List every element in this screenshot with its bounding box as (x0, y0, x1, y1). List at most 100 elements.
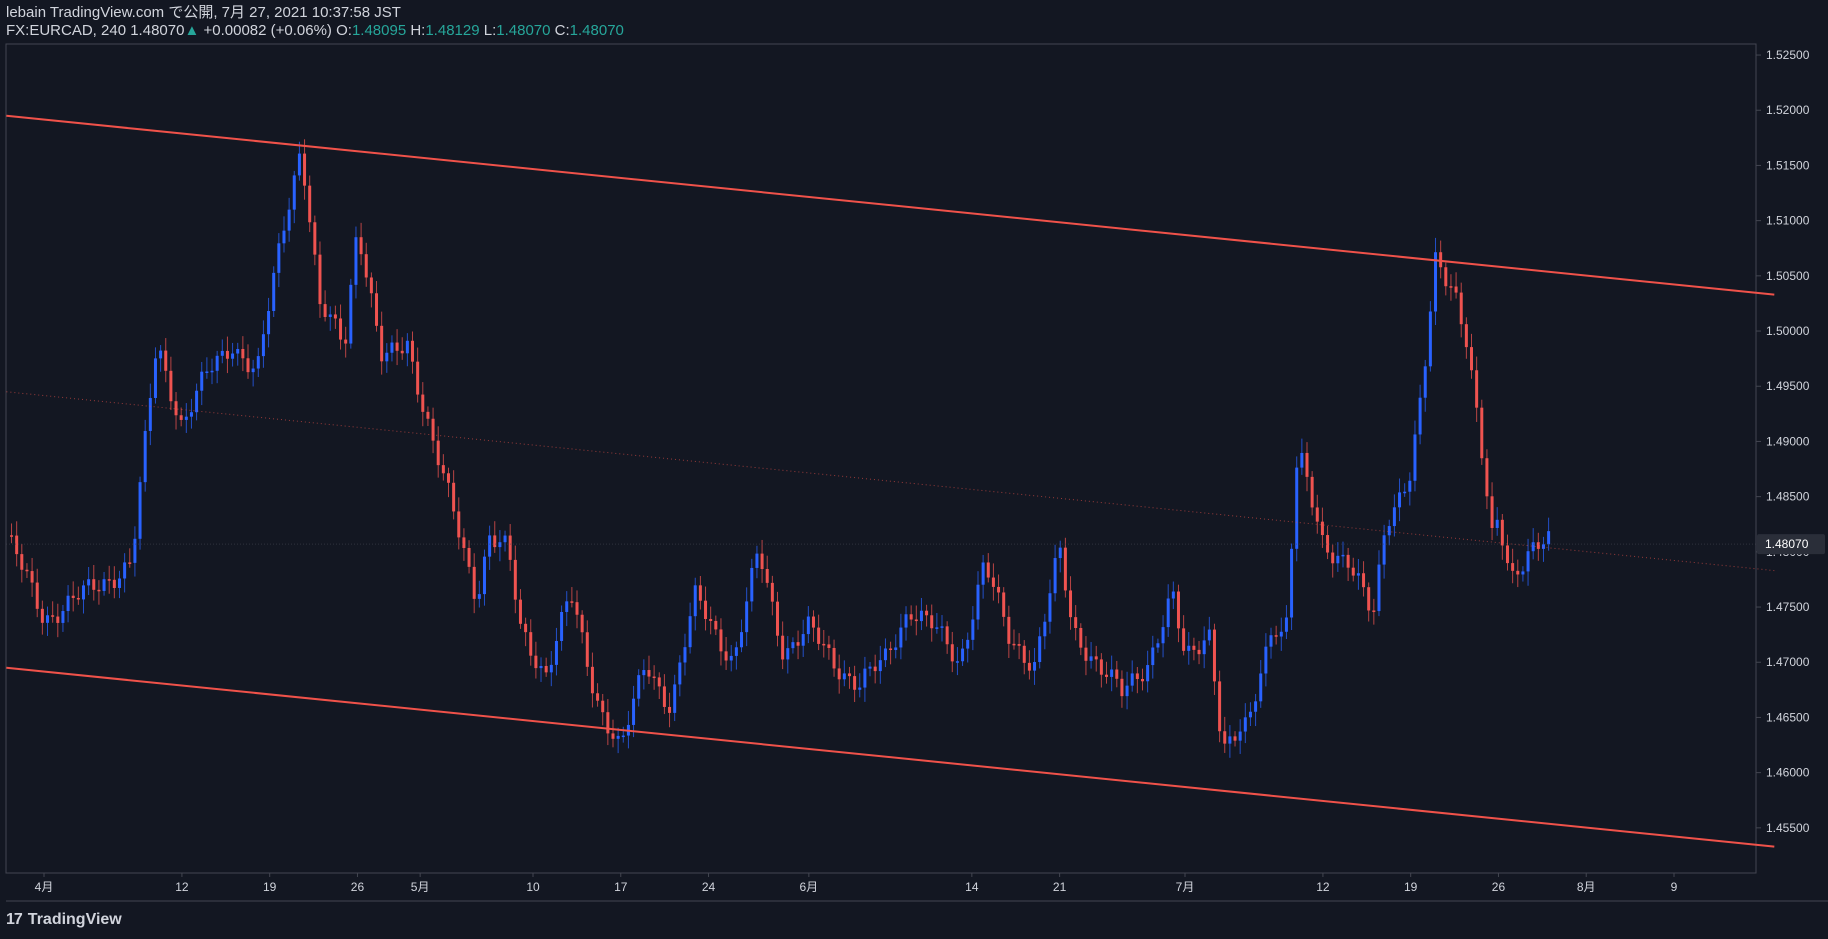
candle-body (385, 352, 389, 362)
candle-body (148, 397, 152, 431)
candle-body (1212, 629, 1216, 682)
candle-body (1022, 645, 1026, 663)
candle-body (714, 620, 718, 630)
y-tick-label: 1.52500 (1766, 48, 1810, 62)
candle-body (431, 418, 435, 441)
candle-body (822, 643, 826, 646)
price-chart[interactable]: 1.52500 1.52000 1.51500 1.51000 1.50500 1.500… (0, 0, 1828, 906)
candle-body (1315, 507, 1319, 522)
candle-body (1248, 711, 1252, 718)
candle-body (513, 559, 517, 600)
candle-body (991, 577, 995, 587)
candle-body (632, 698, 636, 725)
candle-body (1331, 552, 1335, 564)
candle-body (1377, 564, 1381, 612)
x-tick-label: 12 (1316, 880, 1330, 894)
candle-body (51, 615, 55, 617)
candle-body (817, 627, 821, 644)
candle-body (354, 237, 358, 285)
candle-body (333, 314, 337, 319)
candle-body (344, 339, 348, 344)
candle-body (200, 371, 204, 391)
candle-body (1207, 629, 1211, 641)
candle-body (1295, 467, 1299, 549)
candle-body (1176, 591, 1180, 629)
candle-body (1017, 644, 1021, 646)
candle-body (668, 706, 672, 713)
x-tick-label: 14 (965, 880, 979, 894)
candle-body (508, 535, 512, 560)
candle-body (277, 243, 281, 273)
candle-body (570, 601, 574, 603)
candle-body (15, 535, 19, 555)
candle-body (1146, 665, 1150, 682)
candle-body (462, 537, 466, 548)
candle-body (745, 601, 749, 633)
candle-body (1387, 526, 1391, 536)
candle-body (112, 579, 116, 588)
candle-body (76, 597, 80, 600)
candle-body (35, 582, 39, 609)
candle-body (919, 610, 923, 622)
candle-body (894, 647, 898, 651)
candle-body (1470, 347, 1474, 371)
candle-body (524, 623, 528, 633)
candle-body (740, 632, 744, 648)
candle-body (544, 665, 548, 673)
candle-body (292, 175, 296, 210)
candle-body (477, 594, 481, 599)
candle-body (770, 582, 774, 602)
candle-body (955, 661, 959, 663)
candle-body (590, 666, 594, 694)
candle-body (1058, 547, 1062, 559)
candle-body (909, 614, 913, 620)
candle-body (925, 610, 929, 616)
candle-body (1382, 535, 1386, 565)
x-tick-label: 26 (351, 880, 365, 894)
candle-body (1171, 591, 1175, 599)
candle-body (436, 440, 440, 466)
candle-body (529, 632, 533, 656)
candle-body (359, 237, 363, 255)
candle-body (1449, 286, 1453, 288)
candle-body (92, 579, 96, 590)
candle-body (1536, 542, 1540, 549)
candle-body (1351, 567, 1355, 576)
candle-body (117, 578, 121, 588)
candle-body (215, 355, 219, 371)
tradingview-brand[interactable]: 17 TradingView (6, 911, 122, 929)
brand-text: TradingView (27, 911, 122, 928)
candle-body (853, 676, 857, 690)
y-tick-label: 1.52000 (1766, 103, 1810, 117)
candle-body (1228, 736, 1232, 744)
chart-frame (5, 43, 1757, 874)
candle-body (986, 562, 990, 578)
candle-body (493, 535, 497, 548)
candle-body (1043, 621, 1047, 637)
candle-body (128, 562, 132, 564)
candle-body (107, 579, 111, 581)
candle-body (560, 611, 564, 641)
candle-body (143, 430, 147, 483)
candle-body (734, 647, 738, 656)
candle-body (1166, 598, 1170, 628)
candle-body (71, 595, 75, 598)
x-tick-label: 5月 (411, 880, 430, 894)
y-tick-label: 1.51000 (1766, 214, 1810, 228)
candle-body (585, 632, 589, 667)
candle-body (313, 222, 317, 255)
candle-body (858, 687, 862, 690)
candle-body (1480, 407, 1484, 459)
candle-body (997, 586, 1001, 593)
candle-body (164, 350, 168, 371)
x-tick-label: 4月 (35, 880, 54, 894)
candle-body (1048, 593, 1052, 622)
candle-body (446, 473, 450, 483)
candle-body (698, 585, 702, 601)
candle-body (287, 209, 291, 231)
candle-body (297, 153, 301, 176)
candle-body (195, 390, 199, 413)
candle-body (1125, 685, 1129, 697)
candle-body (318, 254, 322, 305)
candle-body (375, 293, 379, 326)
